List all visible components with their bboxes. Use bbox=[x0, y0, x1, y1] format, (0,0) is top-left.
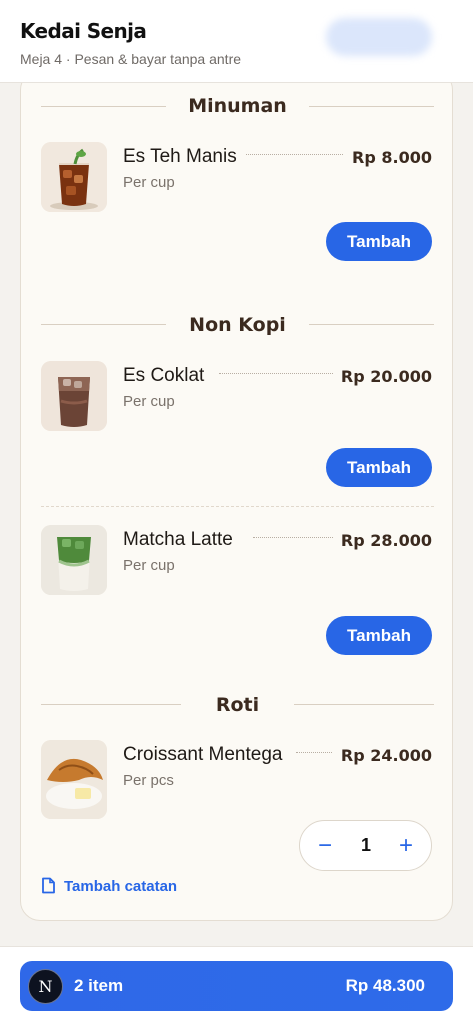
item-name: Es Coklat bbox=[123, 365, 213, 387]
section-rule-right bbox=[309, 324, 434, 325]
item-price: Rp 24.000 bbox=[332, 746, 432, 765]
decrement-button[interactable]: − bbox=[302, 821, 348, 870]
cart-item-count: 2 item bbox=[74, 976, 124, 995]
add-note-link[interactable]: Tambah catatan bbox=[41, 877, 177, 898]
add-note-label: Tambah catatan bbox=[64, 878, 178, 895]
quantity-stepper: − 1 + bbox=[299, 820, 432, 871]
document-icon bbox=[41, 877, 56, 898]
cart-total: Rp 48.300 bbox=[345, 976, 425, 995]
increment-button[interactable]: + bbox=[383, 821, 429, 870]
item-price: Rp 8.000 bbox=[344, 148, 432, 167]
section-rule-right bbox=[294, 704, 434, 705]
section-title-roti: Roti bbox=[215, 694, 260, 716]
item-unit: Per pcs bbox=[123, 772, 174, 789]
add-button-matcha-latte[interactable]: Tambah bbox=[326, 616, 432, 655]
section-title-non-kopi: Non Kopi bbox=[189, 314, 286, 336]
item-image-es-teh bbox=[41, 142, 107, 212]
avatar: N bbox=[28, 969, 63, 1004]
table-subtitle: Meja 4 · Pesan & bayar tanpa antre bbox=[20, 51, 242, 67]
item-image-es-coklat bbox=[41, 361, 107, 431]
menu-card: Minuman Es Teh Manis Rp 8.000 Per cup Ta… bbox=[20, 70, 453, 921]
item-price: Rp 28.000 bbox=[332, 531, 432, 550]
item-name: Es Teh Manis bbox=[123, 146, 245, 168]
item-unit: Per cup bbox=[123, 174, 175, 191]
add-button-es-coklat[interactable]: Tambah bbox=[326, 448, 432, 487]
item-unit: Per cup bbox=[123, 393, 175, 410]
add-button-es-teh-manis[interactable]: Tambah bbox=[326, 222, 432, 261]
cart-bar: N 2 item Rp 48.300 bbox=[0, 946, 473, 1024]
item-image-croissant bbox=[41, 740, 107, 819]
item-name: Croissant Mentega bbox=[123, 744, 291, 766]
item-price: Rp 20.000 bbox=[332, 367, 432, 386]
item-unit: Per cup bbox=[123, 557, 175, 574]
item-divider bbox=[41, 506, 434, 507]
page-title: Kedai Senja bbox=[20, 19, 147, 43]
app-header: Kedai Senja Meja 4 · Pesan & bayar tanpa… bbox=[0, 0, 473, 83]
section-rule-right bbox=[309, 106, 434, 107]
item-name: Matcha Latte bbox=[123, 529, 241, 551]
quantity-value: 1 bbox=[360, 835, 371, 855]
view-cart-button[interactable]: N 2 item Rp 48.300 bbox=[20, 961, 453, 1011]
item-image-matcha-latte bbox=[41, 525, 107, 595]
header-action-button[interactable] bbox=[326, 18, 432, 56]
